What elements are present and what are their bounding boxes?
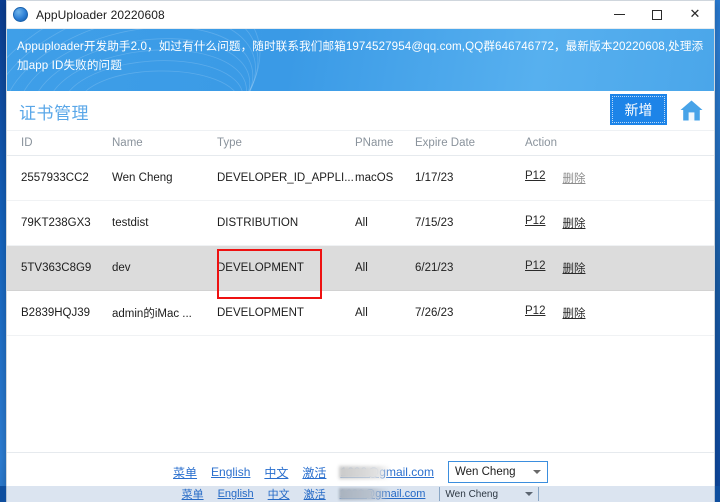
title-bar: AppUploader 20220608 ✕ (7, 1, 714, 29)
column-header-action: Action (525, 137, 557, 149)
column-header-expire: Expire Date (415, 137, 476, 149)
cell-name: Wen Cheng (112, 172, 173, 184)
window-title: AppUploader 20220608 (36, 7, 165, 22)
maximize-icon (652, 9, 662, 20)
cell-id: B2839HQJ39 (21, 307, 91, 319)
cell-pname: macOS (355, 172, 394, 184)
ghost-footer-link-chinese: 中文 (267, 489, 290, 501)
footer-link-menu[interactable]: 菜单 (173, 464, 197, 481)
email-redaction-overlay (339, 466, 392, 479)
table-row[interactable]: B2839HQJ39 admin的iMac ... DEVELOPMENT Al… (7, 291, 714, 336)
cell-id: 79KT238GX3 (21, 217, 91, 229)
banner-message: Appuploader开发助手2.0，如过有什么问题，随时联系我们邮箱19745… (17, 40, 704, 72)
footer-link-chinese[interactable]: 中文 (264, 464, 288, 481)
ghost-account-email: 1688@gmail.com (338, 488, 425, 500)
footer-ghost-duplicate: 菜单 English 中文 激活 1688@gmail.com Wen Chen… (6, 486, 715, 502)
ghost-user-select: Wen Cheng (439, 487, 540, 501)
delete-link[interactable]: 删除 (562, 260, 585, 276)
cell-name: dev (112, 262, 131, 274)
column-header-pname: PName (355, 137, 394, 149)
delete-link[interactable]: 删除 (562, 215, 585, 231)
cell-pname: All (355, 307, 368, 319)
cell-expire: 7/26/23 (415, 307, 454, 319)
user-select-dropdown[interactable]: Wen Cheng (447, 461, 548, 483)
cell-pname: All (355, 262, 368, 274)
table-row[interactable]: 2557933CC2 Wen Cheng DEVELOPER_ID_APPLI.… (7, 156, 714, 201)
close-button[interactable]: ✕ (676, 1, 714, 28)
screen-bottom-artifact-strip: 菜单 English 中文 激活 1688@gmail.com Wen Chen… (0, 486, 720, 502)
p12-link[interactable]: P12 (525, 305, 545, 321)
ghost-footer-link-menu: 菜单 (181, 489, 204, 501)
column-header-id: ID (21, 137, 33, 149)
minimize-button[interactable] (600, 1, 638, 28)
cell-id: 2557933CC2 (21, 172, 89, 184)
page-title: 证书管理 (19, 104, 89, 123)
home-button[interactable] (672, 93, 710, 127)
ghost-user-select-value: Wen Cheng (445, 488, 499, 500)
add-certificate-button[interactable]: 新增 (610, 94, 667, 125)
cell-id: 5TV363C8G9 (21, 262, 92, 274)
footer-link-activate[interactable]: 激活 (302, 464, 326, 481)
window-controls: ✕ (600, 1, 714, 28)
cell-type: DISTRIBUTION (217, 217, 299, 229)
cell-expire: 7/15/23 (415, 217, 454, 229)
app-logo-icon (13, 7, 28, 22)
cell-expire: 6/21/23 (415, 262, 454, 274)
table-row[interactable]: 5TV363C8G9 dev DEVELOPMENT All 6/21/23 P… (7, 246, 714, 291)
cell-name: admin的iMac ... (112, 308, 192, 320)
account-email-link[interactable]: 1688@gmail.com (339, 465, 434, 479)
minimize-icon (613, 14, 625, 15)
p12-link[interactable]: P12 (525, 260, 545, 276)
ghost-chevron-down-icon (525, 492, 534, 496)
ghost-footer-link-activate: 激活 (303, 489, 326, 501)
page-header: 证书管理 新增 (7, 91, 714, 131)
announcement-banner: Appuploader开发助手2.0，如过有什么问题，随时联系我们邮箱19745… (7, 29, 714, 91)
cell-pname: All (355, 217, 368, 229)
p12-link[interactable]: P12 (525, 170, 545, 186)
cell-type: DEVELOPMENT (217, 307, 304, 319)
chevron-down-icon (532, 470, 541, 474)
cell-action: P12 删除 (525, 305, 695, 321)
app-window: AppUploader 20220608 ✕ Appuploader开发助手2.… (6, 0, 715, 492)
column-header-name: Name (112, 137, 143, 149)
certificates-table: ID Name Type PName Expire Date Action 25… (7, 131, 714, 336)
cell-action: P12 删除 (525, 260, 695, 276)
home-icon (680, 100, 702, 120)
column-header-type: Type (217, 137, 242, 149)
cell-action: P12 删除 (525, 215, 695, 231)
cell-type: DEVELOPMENT (217, 262, 304, 274)
cell-expire: 1/17/23 (415, 172, 454, 184)
close-icon: ✕ (689, 7, 701, 22)
cell-type: DEVELOPER_ID_APPLI... (217, 172, 354, 184)
table-row[interactable]: 79KT238GX3 testdist DISTRIBUTION All 7/1… (7, 201, 714, 246)
p12-link[interactable]: P12 (525, 215, 545, 231)
user-select-value: Wen Cheng (454, 466, 516, 478)
ghost-email-redaction-overlay (338, 488, 391, 500)
delete-link[interactable]: 删除 (562, 305, 585, 321)
footer-link-english[interactable]: English (211, 465, 250, 479)
cell-action: P12 删除 (525, 170, 695, 186)
maximize-button[interactable] (638, 1, 676, 28)
table-header-row: ID Name Type PName Expire Date Action (7, 131, 714, 156)
cell-name: testdist (112, 217, 149, 229)
ghost-footer-link-english: English (217, 488, 254, 500)
delete-link[interactable]: 删除 (562, 170, 585, 186)
